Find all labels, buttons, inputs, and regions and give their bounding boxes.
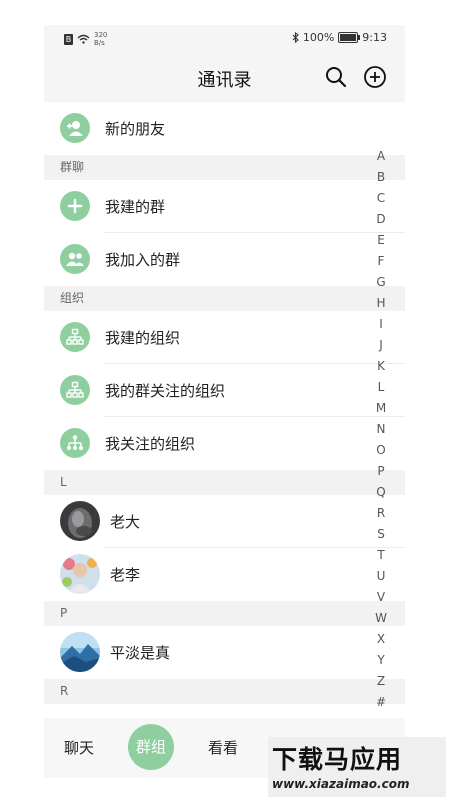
contact-list: 新的朋友 群聊 我建的群 我加入的群 组织 我建的组织 我的群关注的组织 我关注…	[44, 102, 405, 704]
watermark: 下载马应用 www.xiazaimao.com	[268, 737, 446, 797]
alphabet-letter[interactable]: I	[374, 314, 388, 335]
alphabet-index[interactable]: A B C D E F G H I J K L M N O P Q R S T U V W X Y Z #	[374, 146, 388, 713]
add-friend-icon	[60, 113, 90, 143]
alphabet-letter[interactable]: O	[374, 440, 388, 461]
section-header-groups: 群聊	[44, 155, 405, 180]
alphabet-letter[interactable]: B	[374, 167, 388, 188]
list-item-label: 我建的组织	[105, 329, 181, 347]
alphabet-letter[interactable]: V	[374, 587, 388, 608]
alphabet-letter[interactable]: #	[374, 692, 388, 713]
alphabet-letter[interactable]: H	[374, 293, 388, 314]
alphabet-letter[interactable]: L	[374, 377, 388, 398]
avatar	[60, 554, 100, 594]
status-right: 100% 9:13	[292, 31, 387, 44]
alphabet-letter[interactable]: U	[374, 566, 388, 587]
header: 通讯录	[44, 52, 405, 102]
avatar	[60, 501, 100, 541]
tab-watch[interactable]: 看看	[193, 718, 253, 778]
battery-icon	[338, 32, 361, 43]
group-people-icon	[60, 244, 90, 274]
watermark-url: www.xiazaimao.com	[272, 777, 410, 791]
alphabet-letter[interactable]: T	[374, 545, 388, 566]
contact-name: 老大	[110, 513, 141, 531]
alphabet-letter[interactable]: Y	[374, 650, 388, 671]
alphabet-letter[interactable]: W	[374, 608, 388, 629]
contact-item[interactable]: 平淡是真	[44, 626, 405, 679]
list-item-label: 我建的群	[105, 198, 166, 216]
org-chart-icon	[60, 322, 90, 352]
alphabet-letter[interactable]: F	[374, 251, 388, 272]
tab-chat[interactable]: 聊天	[49, 718, 109, 778]
my-created-orgs-item[interactable]: 我建的组织	[44, 311, 405, 364]
clock: 9:13	[362, 31, 387, 44]
alphabet-letter[interactable]: G	[374, 272, 388, 293]
contact-item[interactable]: 老李	[44, 548, 405, 601]
list-item-label: 我加入的群	[105, 251, 181, 269]
section-header-orgs: 组织	[44, 286, 405, 311]
add-circle-icon[interactable]	[363, 65, 387, 89]
alphabet-letter[interactable]: J	[374, 335, 388, 356]
contact-name: 老李	[110, 566, 141, 584]
list-item-label: 我的群关注的组织	[105, 382, 226, 400]
alphabet-letter[interactable]: C	[374, 188, 388, 209]
page-title: 通讯录	[197, 70, 252, 91]
org-chart-icon	[60, 428, 90, 458]
alphabet-letter[interactable]: Q	[374, 482, 388, 503]
wifi-icon	[77, 34, 90, 44]
bluetooth-icon	[292, 32, 299, 43]
my-joined-groups-item[interactable]: 我加入的群	[44, 233, 405, 286]
alphabet-letter[interactable]: E	[374, 230, 388, 251]
section-header-R: R	[44, 679, 405, 704]
alphabet-letter[interactable]: R	[374, 503, 388, 524]
search-icon[interactable]	[324, 65, 348, 89]
followed-orgs-item[interactable]: 我关注的组织	[44, 417, 405, 470]
tab-groups[interactable]: 群组	[128, 724, 174, 770]
my-created-groups-item[interactable]: 我建的群	[44, 180, 405, 233]
alphabet-letter[interactable]: X	[374, 629, 388, 650]
status-bar: B 320 B/s 100% 9:13	[44, 25, 405, 52]
status-left: B 320 B/s	[64, 31, 107, 47]
contact-item[interactable]: 老大	[44, 495, 405, 548]
sim-icon: B	[64, 33, 73, 45]
alphabet-letter[interactable]: N	[374, 419, 388, 440]
section-header-L: L	[44, 470, 405, 495]
alphabet-letter[interactable]: K	[374, 356, 388, 377]
battery-percent: 100%	[302, 31, 335, 44]
section-header-P: P	[44, 601, 405, 626]
avatar	[60, 632, 100, 672]
net-speed: 320 B/s	[94, 31, 107, 47]
new-friends-label: 新的朋友	[105, 120, 166, 138]
alphabet-letter[interactable]: S	[374, 524, 388, 545]
alphabet-letter[interactable]: A	[374, 146, 388, 167]
list-item-label: 我关注的组织	[105, 435, 196, 453]
alphabet-letter[interactable]: M	[374, 398, 388, 419]
alphabet-letter[interactable]: Z	[374, 671, 388, 692]
phone-screen: B 320 B/s 100% 9:13 通讯录 新的朋友 群聊 我建的群 我加入…	[44, 25, 405, 785]
plus-icon	[60, 191, 90, 221]
net-speed-unit: B/s	[94, 39, 105, 47]
alphabet-letter[interactable]: P	[374, 461, 388, 482]
group-followed-orgs-item[interactable]: 我的群关注的组织	[44, 364, 405, 417]
contact-name: 平淡是真	[110, 644, 171, 662]
watermark-logo: 下载马应用	[272, 745, 403, 774]
net-speed-value: 320	[94, 31, 108, 39]
new-friends-item[interactable]: 新的朋友	[44, 102, 405, 155]
battery-level	[340, 34, 357, 41]
alphabet-letter[interactable]: D	[374, 209, 388, 230]
org-chart-icon	[60, 375, 90, 405]
